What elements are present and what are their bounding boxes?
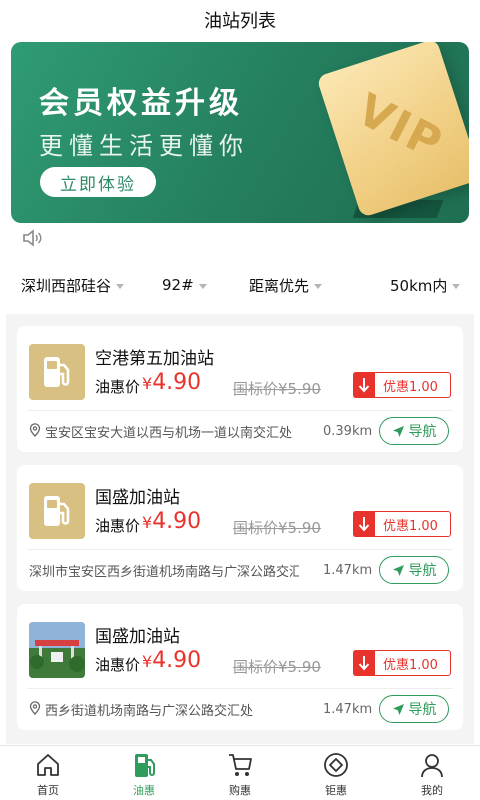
discount-text: 优惠1.00 [383,518,438,534]
station-name: 国盛加油站 [95,627,180,647]
station-card[interactable]: 国盛加油站 油惠价 ¥4.90 国标价¥5.90 优惠1.00 西乡街道机场南路… [17,604,463,730]
discount-badge: 优惠1.00 [353,649,451,676]
station-card[interactable]: 空港第五加油站 油惠价 ¥4.90 国标价¥5.90 优惠1.00 宝安区宝安大… [17,326,463,452]
price-label: 油惠价 [95,378,141,396]
station-address: 西乡街道机场南路与广深公路交汇处 [29,700,299,719]
divider [27,549,453,550]
diamond-icon [324,753,348,777]
chevron-down-icon [314,283,323,289]
vip-card-text: VIP [349,84,452,170]
station-name: 空港第五加油站 [95,349,214,369]
tab-me[interactable]: 我的 [384,746,480,800]
distance: 1.47km [323,702,373,717]
standard-price: 国标价¥5.90 [233,380,321,398]
station-address: 深圳市宝安区西乡街道机场南路与广深公路交汇 [29,561,299,580]
station-name: 国盛加油站 [95,488,180,508]
filter-sort[interactable]: 距离优先 [249,275,323,296]
banner-title: 会员权益升级 [39,86,243,121]
currency-symbol: ¥ [142,652,153,671]
filter-sort-label: 距离优先 [249,276,310,295]
filter-range-label: 50km内 [390,276,448,295]
divider [27,410,453,411]
promo-banner[interactable]: 会员权益升级 更懂生活更懂你 立即体验 VIP [11,42,469,223]
tab-home[interactable]: 首页 [0,746,96,800]
price-label: 油惠价 [95,656,141,674]
cart-icon [229,754,252,776]
tab-deals-label: 钜惠 [325,784,347,797]
distance: 0.39km [323,424,373,439]
divider [27,688,453,689]
address-text: 宝安区宝安大道以西与机场一道以南交汇处 [45,426,293,441]
price-value: 4.90 [152,370,202,395]
filter-fuel-type[interactable]: 92# [162,276,207,294]
navigation-arrow-icon [392,703,404,715]
navigate-button[interactable]: 导航 [379,417,449,445]
price-value: 4.90 [152,648,202,673]
currency-symbol: ¥ [142,513,153,532]
banner-subtitle: 更懂生活更懂你 [39,132,249,160]
home-icon [37,754,59,776]
down-arrow-icon [353,510,375,537]
discount-price: ¥4.90 [142,509,201,534]
discount-text: 优惠1.00 [383,657,438,673]
tab-shop[interactable]: 购惠 [192,746,288,800]
filter-fuel-type-label: 92# [162,276,194,294]
navigate-button[interactable]: 导航 [379,695,449,723]
discount-price: ¥4.90 [142,648,201,673]
chevron-down-icon [198,283,207,289]
fuel-icon [29,344,85,400]
filter-location-label: 深圳西部硅谷 [21,276,112,295]
location-pin-icon [29,700,41,719]
navigate-label: 导航 [408,563,437,579]
address-text: 西乡街道机场南路与广深公路交汇处 [45,704,254,719]
standard-price: 国标价¥5.90 [233,519,321,537]
price-label: 油惠价 [95,517,141,535]
tab-fuel[interactable]: 油惠 [96,746,192,800]
bottom-tab-bar: 首页 油惠 购惠 钜惠 我的 [0,745,480,800]
filter-range[interactable]: 50km内 [390,275,461,296]
tab-me-label: 我的 [421,784,443,797]
down-arrow-icon [353,649,375,676]
discount-badge: 优惠1.00 [353,371,451,398]
navigation-arrow-icon [392,564,404,576]
station-photo [29,622,85,678]
tab-shop-label: 购惠 [229,784,251,797]
navigate-label: 导航 [408,702,437,718]
address-text: 深圳市宝安区西乡街道机场南路与广深公路交汇 [29,565,299,580]
filter-bar: 深圳西部硅谷 92# 距离优先 50km内 [0,270,480,300]
discount-text: 优惠1.00 [383,379,438,395]
filter-location[interactable]: 深圳西部硅谷 [21,275,125,296]
price-value: 4.90 [152,509,202,534]
standard-price: 国标价¥5.90 [233,658,321,676]
page-title: 油站列表 [204,11,276,32]
distance: 1.47km [323,563,373,578]
navigation-arrow-icon [392,425,404,437]
user-icon [421,754,443,778]
fuel-icon [29,483,85,539]
vip-card-illustration: VIP [316,42,469,218]
fuel-pump-icon [135,754,155,777]
navigate-label: 导航 [408,424,437,440]
speaker-icon [22,229,44,250]
page-title-bar: 油站列表 [0,0,480,40]
discount-price: ¥4.90 [142,370,201,395]
down-arrow-icon [353,371,375,398]
chevron-down-icon [116,283,125,289]
chevron-down-icon [452,283,461,289]
station-card[interactable]: 国盛加油站 油惠价 ¥4.90 国标价¥5.90 优惠1.00 深圳市宝安区西乡… [17,465,463,591]
currency-symbol: ¥ [142,374,153,393]
discount-badge: 优惠1.00 [353,510,451,537]
location-pin-icon [29,422,41,441]
tab-fuel-label: 油惠 [133,784,155,797]
notice-bar[interactable] [22,228,462,250]
navigate-button[interactable]: 导航 [379,556,449,584]
tab-deals[interactable]: 钜惠 [288,746,384,800]
tab-home-label: 首页 [37,784,59,797]
try-now-button[interactable]: 立即体验 [40,167,156,197]
station-address: 宝安区宝安大道以西与机场一道以南交汇处 [29,422,299,441]
